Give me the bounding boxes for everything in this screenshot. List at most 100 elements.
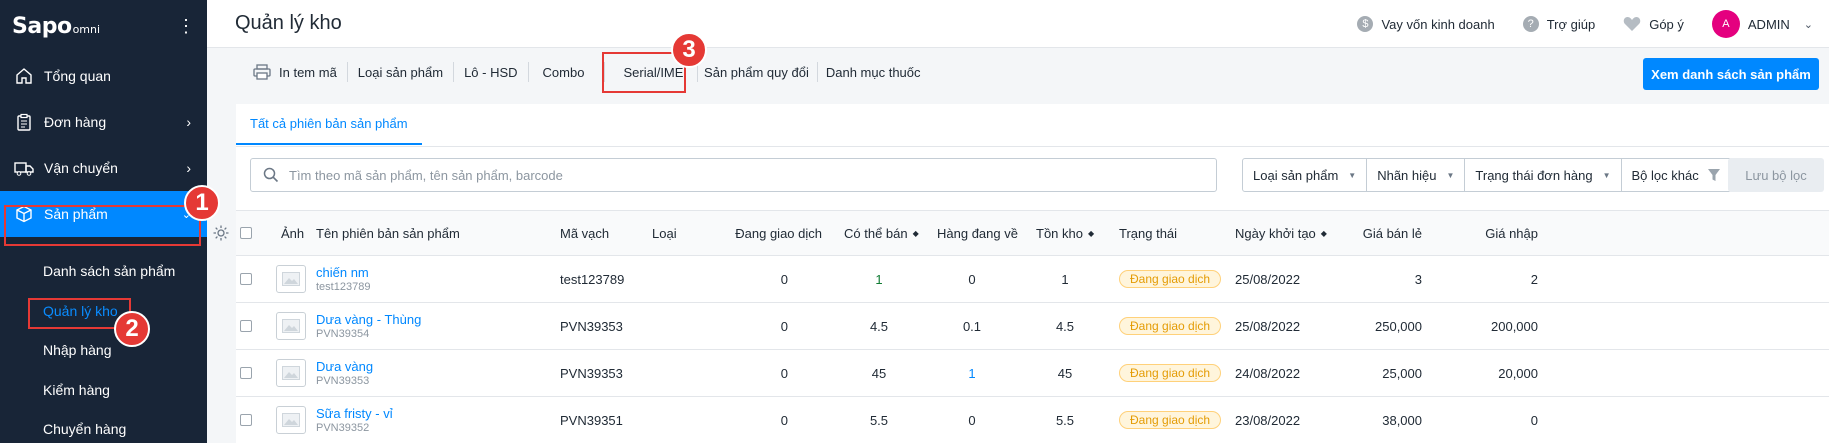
col-name: Tên phiên bản sản phẩm <box>316 225 460 241</box>
settings-icon[interactable] <box>212 211 236 255</box>
stock-cell: 45 <box>1057 365 1073 381</box>
drug-catalog-button[interactable]: Danh mục thuốc <box>818 62 929 82</box>
feedback-link[interactable]: Góp ý <box>1623 16 1684 32</box>
sidebar-sub-import[interactable]: Nhập hàng <box>43 342 112 358</box>
incoming-cell[interactable]: 1 <box>939 350 1005 396</box>
created-cell: 23/08/2022 <box>1235 412 1301 428</box>
chevron-down-icon[interactable]: ⌄ <box>1804 18 1813 31</box>
product-thumbnail <box>276 303 306 349</box>
available-cell: 45 <box>871 365 887 381</box>
product-name-link[interactable]: chiến nm <box>316 265 369 280</box>
lot-expiry-button[interactable]: Lô - HSD <box>454 62 529 82</box>
stock-cell: 1 <box>1061 271 1069 287</box>
status-badge: Đang giao dịch <box>1119 411 1222 429</box>
created-cell: 25/08/2022 <box>1235 318 1301 334</box>
trading-cell: 0 <box>780 271 788 287</box>
barcode-cell: PVN39353 <box>560 365 623 381</box>
import-cell: 20,000 <box>1498 365 1538 381</box>
checkbox[interactable] <box>240 320 252 332</box>
status-cell: Đang giao dịch <box>1119 303 1222 349</box>
filter-brand[interactable]: Nhãn hiệu ▼ <box>1367 159 1466 191</box>
sidebar-item-label: Tổng quan <box>44 68 111 84</box>
trading-cell: 0 <box>780 365 788 381</box>
tab-all-variants[interactable]: Tất cả phiên bản sản phẩm <box>236 104 422 145</box>
search-input[interactable]: Tìm theo mã sản phẩm, tên sản phẩm, barc… <box>250 158 1217 192</box>
avatar[interactable]: A <box>1711 10 1740 38</box>
sidebar-item-overview[interactable]: Tổng quan <box>0 53 207 99</box>
row-checkbox[interactable] <box>240 256 252 302</box>
chevron-right-icon: › <box>186 114 191 130</box>
col-created[interactable]: Ngày khởi tạo ◆ <box>1235 211 1327 255</box>
truck-icon <box>14 158 34 178</box>
filter-other[interactable]: Bộ lọc khác <box>1622 159 1731 191</box>
converted-products-button[interactable]: Sản phẩm quy đổi <box>698 62 818 82</box>
caret-down-icon: ▼ <box>1446 170 1455 180</box>
funnel-icon <box>1707 168 1721 182</box>
filter-label: Nhãn hiệu <box>1377 167 1437 183</box>
more-vertical-icon[interactable]: ⋮ <box>177 17 195 35</box>
logo-main-text: Sapo <box>12 13 72 39</box>
table-header: Ảnh Tên phiên bản sản phẩm Mã vạch Loại … <box>213 210 1829 256</box>
col-available[interactable]: Có thể bán ◆ <box>844 211 919 255</box>
product-name-cell: Dưa vàng PVN39353 <box>316 350 373 396</box>
help-link[interactable]: ? Trợ giúp <box>1522 16 1596 32</box>
sidebar-sub-transfer[interactable]: Chuyển hàng <box>43 421 126 437</box>
checkbox[interactable] <box>240 414 252 426</box>
checkbox[interactable] <box>240 367 252 379</box>
filter-product-type[interactable]: Loại sản phẩm ▼ <box>1243 159 1368 191</box>
sidebar-item-shipping[interactable]: Vận chuyển › <box>0 145 207 191</box>
sidebar-item-orders[interactable]: Đơn hàng › <box>0 99 207 145</box>
status-badge: Đang giao dịch <box>1119 317 1222 335</box>
dollar-icon: $ <box>1357 16 1374 32</box>
combo-button[interactable]: Combo <box>529 62 606 82</box>
heart-icon <box>1623 16 1641 32</box>
product-name-cell: Sữa fristy - vỉ PVN39352 <box>316 397 393 443</box>
row-checkbox[interactable] <box>240 350 252 396</box>
print-barcode-button[interactable]: In tem mã <box>243 62 348 82</box>
table-row[interactable]: Sữa fristy - vỉ PVN39352 PVN39351 0 5.5 … <box>236 397 1829 443</box>
import-cell: 0 <box>1530 412 1538 428</box>
save-filter-button[interactable]: Lưu bộ lọc <box>1728 158 1824 192</box>
product-sku: PVN39352 <box>316 422 370 434</box>
select-all-checkbox[interactable] <box>240 211 252 255</box>
inventory-panel: Tất cả phiên bản sản phẩm Tìm theo mã sả… <box>213 104 1829 443</box>
status-cell: Đang giao dịch <box>1119 397 1222 443</box>
help-label: Trợ giúp <box>1546 16 1596 32</box>
checkbox[interactable] <box>240 227 252 239</box>
table-row[interactable]: Dưa vàng - Thùng PVN39354 PVN39353 0 4.5… <box>236 303 1829 350</box>
col-stock[interactable]: Tồn kho ◆ <box>1036 211 1094 255</box>
view-product-list-button[interactable]: Xem danh sách sản phẩm <box>1643 58 1819 90</box>
product-name-cell: Dưa vàng - Thùng PVN39354 <box>316 303 421 349</box>
import-cell: 200,000 <box>1491 318 1538 334</box>
col-created-label: Ngày khởi tạo <box>1235 225 1316 241</box>
stock-cell: 4.5 <box>1055 318 1075 334</box>
barcode-cell: PVN39353 <box>560 318 623 334</box>
product-name-link[interactable]: Dưa vàng - Thùng <box>316 312 421 327</box>
product-name-link[interactable]: Sữa fristy - vỉ <box>316 406 393 421</box>
sidebar-sub-product-list[interactable]: Danh sách sản phẩm <box>43 263 175 279</box>
image-placeholder-icon <box>276 406 306 434</box>
incoming-cell: 0 <box>968 271 976 287</box>
product-thumbnail <box>276 256 306 302</box>
loan-link[interactable]: $ Vay vốn kinh doanh <box>1357 16 1495 32</box>
checkbox[interactable] <box>240 273 252 285</box>
barcode-cell: test123789 <box>560 271 625 287</box>
row-checkbox[interactable] <box>240 303 252 349</box>
table-row[interactable]: Dưa vàng PVN39353 PVN39353 0 45 1 45 Đan… <box>236 350 1829 397</box>
table-row[interactable]: chiến nm test123789 test123789 0 1 0 1 Đ… <box>236 256 1829 303</box>
product-name-link[interactable]: Dưa vàng <box>316 359 373 374</box>
user-name[interactable]: ADMIN <box>1748 17 1790 32</box>
annotation-number: 1 <box>184 185 220 221</box>
logo-row: Sapo omni ⋮ <box>0 0 207 52</box>
sort-icon: ◆ <box>912 228 919 238</box>
row-checkbox[interactable] <box>240 397 252 443</box>
sidebar-sub-stock-check[interactable]: Kiểm hàng <box>43 382 110 398</box>
sapo-logo[interactable]: Sapo omni <box>12 14 100 39</box>
filter-order-status[interactable]: Trạng thái đơn hàng ▼ <box>1465 159 1622 191</box>
status-badge: Đang giao dịch <box>1119 270 1222 288</box>
search-icon <box>263 167 279 183</box>
product-types-button[interactable]: Loại sản phẩm <box>348 62 455 82</box>
chevron-right-icon: › <box>186 160 191 176</box>
annotation-number: 2 <box>114 311 150 347</box>
retail-cell: 25,000 <box>1382 365 1422 381</box>
